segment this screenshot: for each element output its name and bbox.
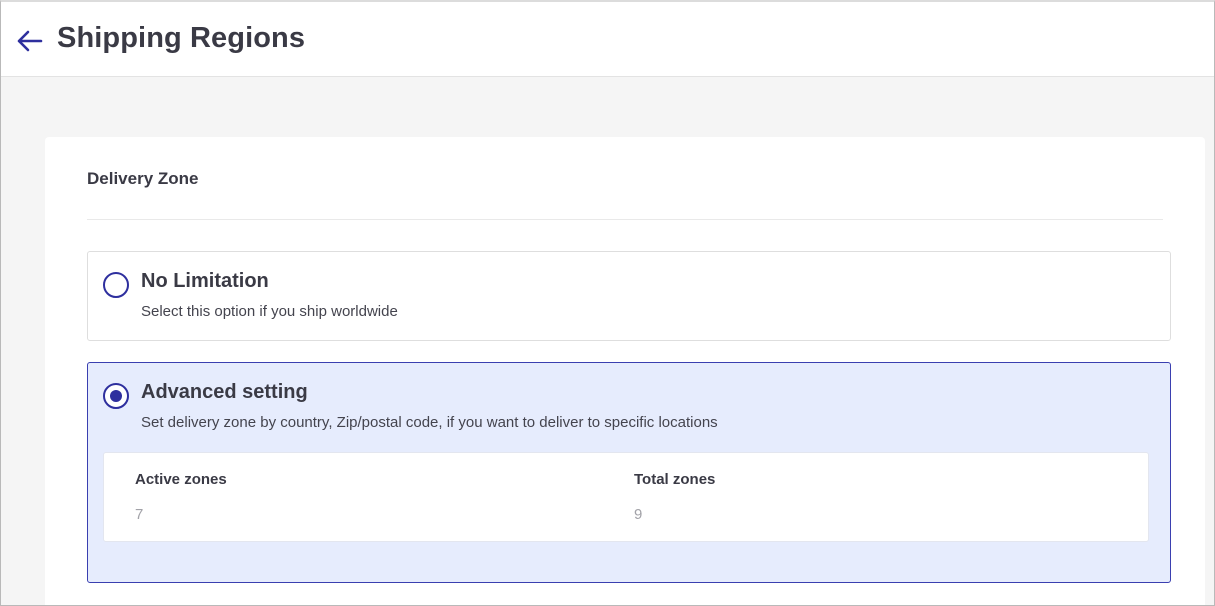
option-label: No Limitation (141, 270, 269, 292)
app-window: Shipping Regions Delivery Zone No Limita… (0, 0, 1215, 606)
page-title: Shipping Regions (57, 22, 306, 54)
radio-advanced-setting[interactable] (103, 383, 129, 409)
radio-no-limitation[interactable] (103, 272, 129, 298)
active-zones-value: 7 (135, 506, 144, 523)
total-zones-value: 9 (634, 506, 643, 523)
option-no-limitation[interactable]: No Limitation Select this option if you … (87, 251, 1171, 341)
back-button[interactable] (13, 26, 45, 56)
delivery-zone-card: Delivery Zone No Limitation Select this … (45, 137, 1205, 605)
arrow-left-icon (17, 30, 43, 52)
option-advanced-setting[interactable]: Advanced setting Set delivery zone by co… (87, 362, 1171, 583)
active-zones-label: Active zones (135, 471, 227, 488)
divider (87, 219, 1163, 220)
option-description: Set delivery zone by country, Zip/postal… (141, 414, 718, 431)
card-title: Delivery Zone (87, 169, 199, 188)
option-description: Select this option if you ship worldwide (141, 303, 398, 320)
total-zones-label: Total zones (634, 471, 716, 488)
zones-summary: Active zones 7 Total zones 9 (103, 452, 1149, 542)
radio-selected-dot (110, 390, 122, 402)
option-label: Advanced setting (141, 381, 308, 403)
page-header: Shipping Regions (1, 2, 1214, 77)
